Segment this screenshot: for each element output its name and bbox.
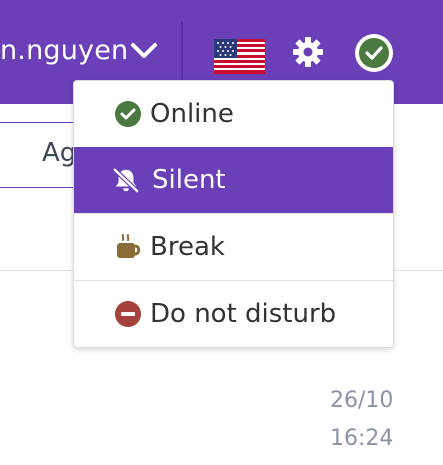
bell-slash-icon [112, 166, 140, 194]
message-time: 16:24 [330, 426, 394, 451]
chevron-down-icon[interactable] [130, 42, 158, 60]
minus-circle-icon [114, 300, 142, 328]
navbar-divider [181, 22, 183, 80]
coffee-cup-icon [114, 233, 142, 261]
status-indicator-icon[interactable] [353, 32, 395, 74]
gear-icon[interactable] [292, 36, 324, 68]
message-date: 26/10 [330, 388, 394, 413]
background-tab-label: Ag [42, 138, 77, 168]
status-option-label: Do not disturb [150, 299, 337, 329]
status-option-break[interactable]: Break [74, 214, 393, 280]
status-option-label: Online [150, 99, 234, 129]
status-option-online[interactable]: Online [74, 81, 393, 147]
status-option-silent[interactable]: Silent [74, 147, 393, 213]
status-option-label: Silent [152, 165, 226, 195]
status-dropdown-menu: Online Silent Break Do not disturb [73, 80, 394, 348]
username-label[interactable]: n.nguyen [0, 35, 128, 66]
check-circle-icon [114, 100, 142, 128]
status-option-label: Break [150, 232, 225, 262]
status-option-do-not-disturb[interactable]: Do not disturb [74, 281, 393, 347]
us-flag-icon[interactable] [214, 39, 265, 74]
